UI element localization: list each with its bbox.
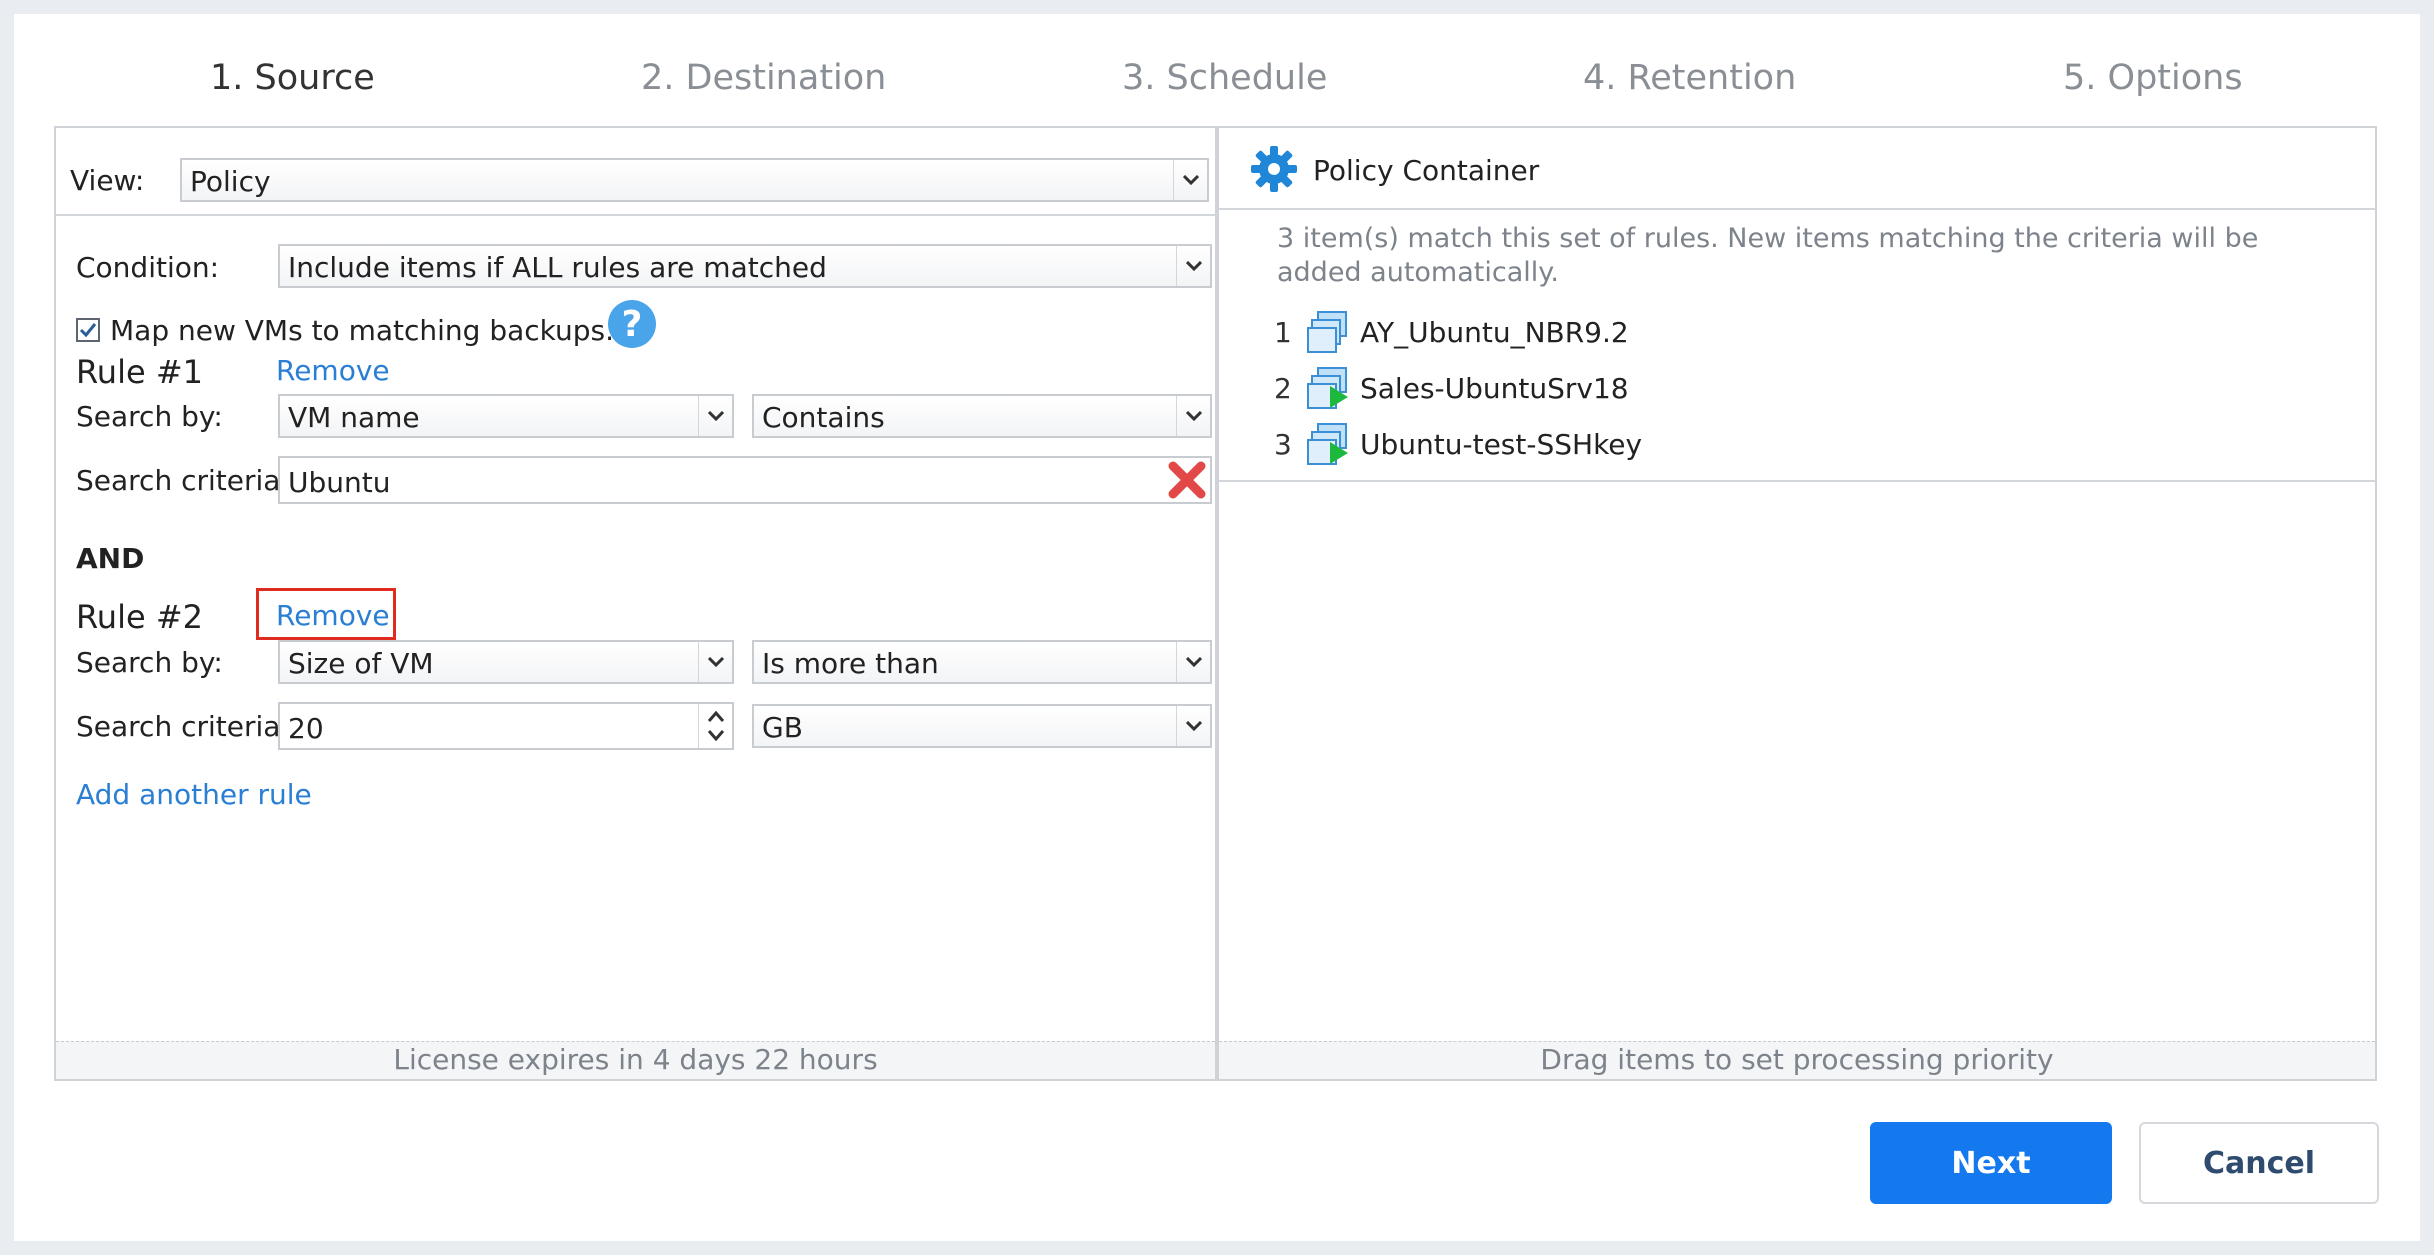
check-icon bbox=[79, 323, 97, 338]
chevron-down-icon bbox=[698, 642, 732, 682]
rule2-unit-select[interactable]: GB bbox=[752, 704, 1212, 748]
vm-running-icon bbox=[1307, 367, 1348, 409]
rule1-remove-link[interactable]: Remove bbox=[276, 354, 390, 387]
view-select[interactable]: Policy bbox=[180, 158, 1209, 202]
item-number: 2 bbox=[1274, 371, 1292, 405]
wizard-steps: 1. Source 2. Destination 3. Schedule 4. … bbox=[14, 14, 2420, 142]
license-footer: License expires in 4 days 22 hours bbox=[56, 1041, 1215, 1079]
item-number: 3 bbox=[1274, 427, 1292, 461]
list-item[interactable]: 2 Sales-UbuntuSrv18 bbox=[1274, 364, 1629, 412]
divider bbox=[1219, 480, 2375, 482]
rules-panel: View: Policy Condition: Include items if… bbox=[54, 126, 1217, 1081]
divider bbox=[1219, 208, 2375, 210]
help-icon[interactable]: ? bbox=[608, 300, 656, 348]
match-info-text: 3 item(s) match this set of rules. New i… bbox=[1277, 223, 2259, 288]
map-vms-label: Map new VMs to matching backups. bbox=[110, 314, 615, 347]
step-schedule[interactable]: 3. Schedule bbox=[1122, 58, 1327, 98]
step-destination[interactable]: 2. Destination bbox=[641, 58, 886, 98]
wizard-frame: 1. Source 2. Destination 3. Schedule 4. … bbox=[14, 14, 2420, 1241]
chevron-down-icon bbox=[1176, 642, 1210, 682]
rule2-criteria-label: Search criteria: bbox=[76, 710, 290, 743]
chevron-down-icon bbox=[698, 396, 732, 436]
rule1-criteria-label: Search criteria: bbox=[76, 464, 290, 497]
spinner-icon[interactable] bbox=[698, 704, 732, 748]
rule1-search-by-value: VM name bbox=[288, 401, 420, 434]
rule2-size-stepper[interactable]: 20 bbox=[278, 702, 734, 750]
rule1-search-by-select[interactable]: VM name bbox=[278, 394, 734, 438]
rule1-search-by-label: Search by: bbox=[76, 400, 223, 433]
rule1-title: Rule #1 bbox=[76, 353, 203, 391]
chevron-down-icon bbox=[1176, 396, 1210, 436]
and-label: AND bbox=[76, 542, 145, 575]
vm-icon bbox=[1307, 311, 1347, 353]
rule2-search-by-label: Search by: bbox=[76, 646, 223, 679]
divider bbox=[56, 214, 1215, 216]
rule2-operator-select[interactable]: Is more than bbox=[752, 640, 1212, 684]
map-vms-checkbox[interactable] bbox=[76, 318, 100, 342]
view-value: Policy bbox=[190, 165, 271, 198]
vm-name: Sales-UbuntuSrv18 bbox=[1360, 371, 1629, 405]
rule2-operator-value: Is more than bbox=[762, 647, 939, 680]
vm-running-icon bbox=[1307, 423, 1348, 465]
step-source[interactable]: 1. Source bbox=[210, 58, 375, 98]
vm-name: AY_Ubuntu_NBR9.2 bbox=[1360, 315, 1629, 349]
chevron-down-icon bbox=[1176, 706, 1210, 746]
item-number: 1 bbox=[1274, 315, 1292, 349]
priority-footer: Drag items to set processing priority bbox=[1219, 1041, 2375, 1079]
policy-container-panel: Policy Container 3 item(s) match this se… bbox=[1217, 126, 2377, 1081]
rule2-remove-link[interactable]: Remove bbox=[276, 599, 390, 632]
rule2-title: Rule #2 bbox=[76, 598, 203, 636]
condition-label: Condition: bbox=[76, 251, 220, 284]
rule2-unit-value: GB bbox=[762, 711, 803, 744]
add-another-rule-link[interactable]: Add another rule bbox=[76, 778, 312, 811]
rule1-operator-value: Contains bbox=[762, 401, 885, 434]
step-options[interactable]: 5. Options bbox=[2063, 58, 2243, 98]
condition-value: Include items if ALL rules are matched bbox=[288, 251, 827, 284]
rule2-criteria-value: 20 bbox=[288, 712, 324, 745]
cancel-button[interactable]: Cancel bbox=[2139, 1122, 2379, 1204]
gear-icon bbox=[1251, 146, 1297, 192]
container-title: Policy Container bbox=[1313, 154, 1540, 187]
condition-select[interactable]: Include items if ALL rules are matched bbox=[278, 244, 1212, 288]
chevron-down-icon bbox=[1173, 160, 1207, 200]
rule2-search-by-value: Size of VM bbox=[288, 647, 434, 680]
chevron-down-icon bbox=[1176, 246, 1210, 286]
rule1-operator-select[interactable]: Contains bbox=[752, 394, 1212, 438]
vm-name: Ubuntu-test-SSHkey bbox=[1360, 427, 1643, 461]
rule1-criteria-input[interactable]: Ubuntu bbox=[278, 456, 1212, 504]
step-retention[interactable]: 4. Retention bbox=[1583, 58, 1796, 98]
list-item[interactable]: 3 Ubuntu-test-SSHkey bbox=[1274, 420, 1642, 468]
view-label: View: bbox=[70, 164, 145, 197]
rule1-criteria-value: Ubuntu bbox=[288, 466, 391, 499]
clear-icon[interactable] bbox=[1166, 459, 1208, 501]
list-item[interactable]: 1 AY_Ubuntu_NBR9.2 bbox=[1274, 308, 1629, 356]
next-button[interactable]: Next bbox=[1870, 1122, 2112, 1204]
rule2-search-by-select[interactable]: Size of VM bbox=[278, 640, 734, 684]
